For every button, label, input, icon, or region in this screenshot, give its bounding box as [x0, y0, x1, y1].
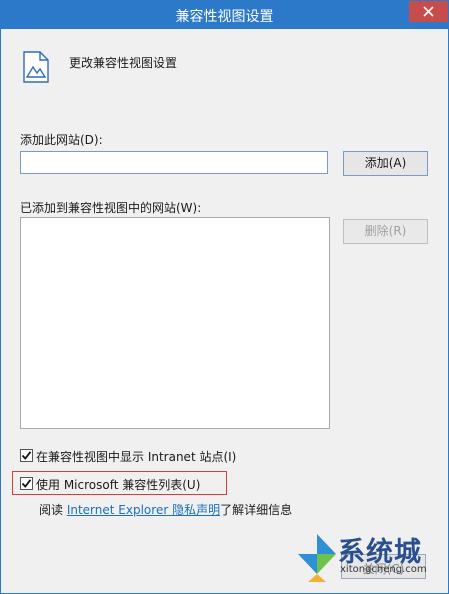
watermark: 系统城 xitongcheng.com — [276, 526, 448, 593]
window-title: 兼容性视图设置 — [175, 9, 274, 25]
title-bar[interactable]: 兼容性视图设置 — [1, 1, 448, 29]
document-image-icon — [23, 51, 49, 83]
privacy-link[interactable]: Internet Explorer 隐私声明 — [67, 503, 220, 517]
add-button[interactable]: 添加(A) — [343, 151, 428, 176]
close-icon — [423, 6, 434, 17]
dialog-heading: 更改兼容性视图设置 — [69, 56, 178, 70]
privacy-prefix: 阅读 — [39, 503, 67, 517]
compat-view-settings-dialog: 兼容性视图设置 更改兼容性视图设置 添加此网站(D): 添加(A) 已添加到兼容… — [0, 0, 449, 594]
added-sites-label: 已添加到兼容性视图中的网站(W): — [20, 201, 202, 215]
privacy-statement: 阅读 Internet Explorer 隐私声明了解详细信息 — [39, 501, 292, 518]
intranet-label: 在兼容性视图中显示 Intranet 站点(I) — [36, 450, 237, 464]
window-close-button[interactable] — [409, 1, 448, 22]
watermark-url: xitongcheng.com — [340, 564, 427, 575]
add-site-label: 添加此网站(D): — [20, 133, 103, 147]
ms-list-checkbox[interactable] — [20, 477, 33, 490]
remove-button[interactable]: 删除(R) — [343, 219, 428, 244]
checkmark-icon — [21, 479, 32, 488]
logo-icon — [298, 534, 336, 582]
added-sites-list[interactable] — [20, 217, 330, 429]
ms-list-label: 使用 Microsoft 兼容性列表(U) — [36, 478, 201, 492]
privacy-suffix: 了解详细信息 — [220, 503, 293, 517]
intranet-checkbox[interactable] — [20, 449, 33, 462]
add-site-input[interactable] — [20, 151, 328, 174]
checkmark-icon — [21, 451, 32, 460]
